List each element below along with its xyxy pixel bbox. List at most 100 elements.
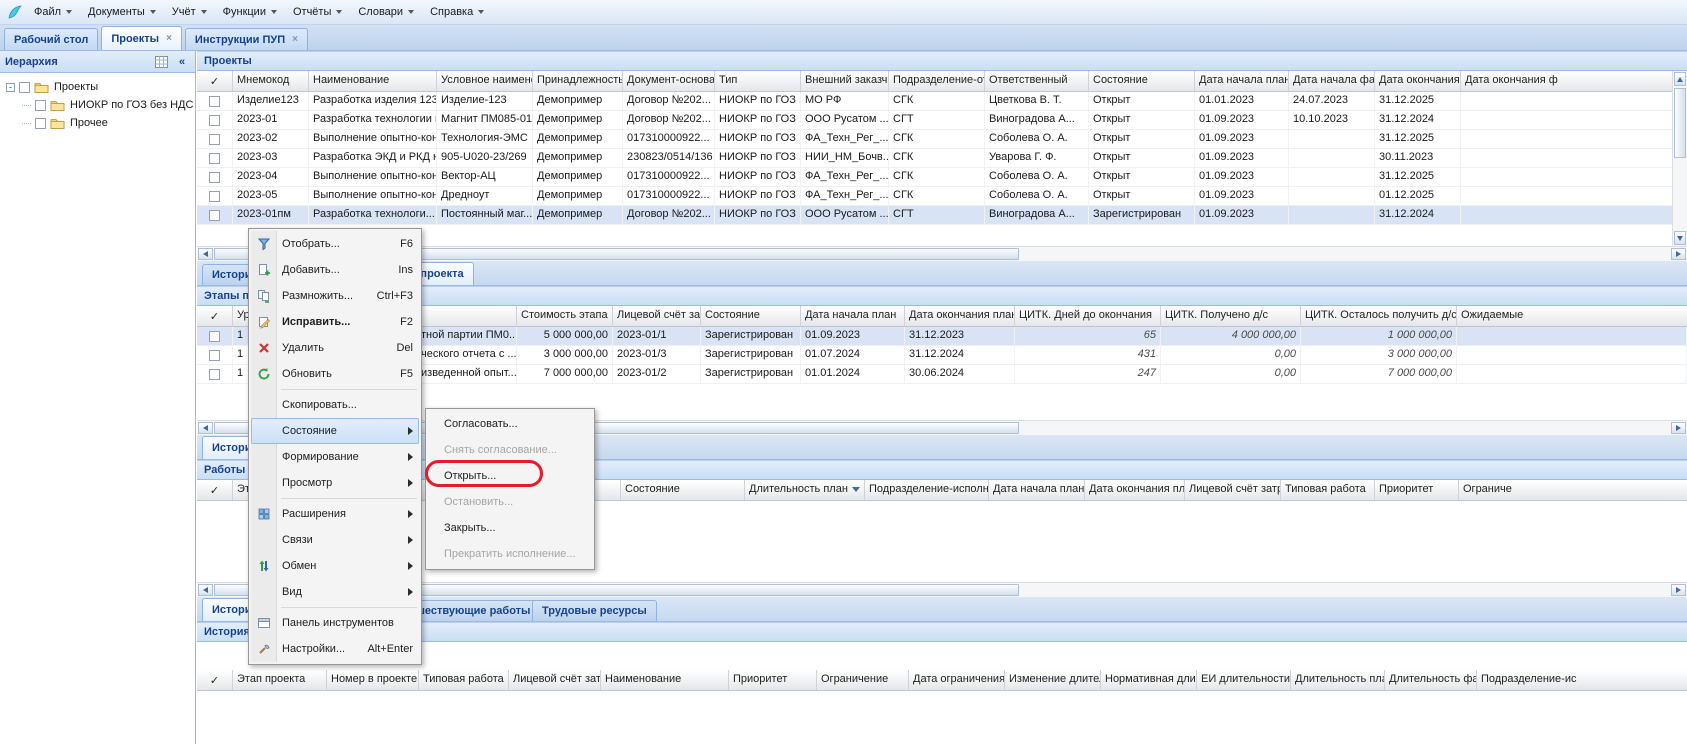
collapse-panel-button[interactable]: «	[174, 54, 190, 69]
history-column-header[interactable]: Длительность фак	[1385, 670, 1477, 690]
history-column-header[interactable]: Этап проекта	[233, 670, 327, 690]
projects-column-header[interactable]: Тип	[715, 71, 801, 91]
submenu-item-open[interactable]: Открыть...	[428, 463, 592, 489]
row-checkbox[interactable]	[209, 96, 220, 107]
projects-row[interactable]: 2023-02Выполнение опытно-конс...Технолог…	[197, 130, 1687, 149]
submenu-item-stop[interactable]: Остановить...	[428, 489, 592, 515]
submenu-item-approve[interactable]: Согласовать...	[428, 411, 592, 437]
tree-node-1[interactable]: НИОКР по ГОЗ без НДС	[0, 96, 195, 114]
stages-column-header[interactable]: ЦИТК. Осталось получить д/с	[1301, 306, 1457, 326]
stages-column-header[interactable]: ЦИТК. Дней до окончания	[1015, 306, 1161, 326]
scroll-right-button[interactable]	[1671, 248, 1686, 260]
menubar-item-help[interactable]: Справка	[422, 2, 492, 22]
projects-column-header[interactable]: Дата начала план.	[1195, 71, 1289, 91]
row-checkbox[interactable]	[209, 191, 220, 202]
works-column-header[interactable]: Типовая работа	[1281, 480, 1375, 500]
context-menu-item-links[interactable]: Связи	[251, 527, 419, 553]
projects-row[interactable]: 2023-01пмРазработка технологи...Постоянн…	[197, 206, 1687, 225]
tab-desktop[interactable]: Рабочий стол	[4, 28, 98, 50]
history-column-header[interactable]: ЕИ длительности	[1197, 670, 1291, 690]
projects-column-header[interactable]: Условное наименова	[437, 71, 533, 91]
tree-node-2[interactable]: Прочее	[0, 114, 195, 132]
context-menu-item-duplicate[interactable]: Размножить...Ctrl+F3	[251, 283, 419, 309]
select-all-column-header[interactable]: ✓	[197, 306, 233, 326]
stages-column-header[interactable]: Лицевой счёт затрат	[613, 306, 701, 326]
menubar-item-reports[interactable]: Отчёты	[285, 2, 350, 22]
submenu-item-terminate[interactable]: Прекратить исполнение...	[428, 541, 592, 567]
projects-column-header[interactable]: Мнемокод	[233, 71, 309, 91]
stages-column-header[interactable]: Дата окончания план	[905, 306, 1015, 326]
submenu-item-close[interactable]: Закрыть...	[428, 515, 592, 541]
menubar-item-accounting[interactable]: Учёт	[164, 2, 215, 22]
history-column-header[interactable]: Длительность пла	[1291, 670, 1385, 690]
projects-column-header[interactable]: Состояние	[1089, 71, 1195, 91]
scrollbar-thumb[interactable]	[1674, 88, 1686, 158]
context-menu-item-exchange[interactable]: Обмен	[251, 553, 419, 579]
scroll-up-button[interactable]	[1674, 72, 1686, 86]
scroll-right-button[interactable]	[1671, 422, 1686, 434]
history-column-header[interactable]: Наименование	[601, 670, 729, 690]
stages-column-header[interactable]: ЦИТК. Получено д/с	[1161, 306, 1301, 326]
context-menu-item-state[interactable]: Состояние	[251, 418, 419, 444]
scroll-down-button[interactable]	[1674, 231, 1686, 245]
scroll-left-button[interactable]	[198, 422, 213, 434]
works-column-header[interactable]: Дата начала план.	[989, 480, 1085, 500]
submenu-item-remove-approval[interactable]: Снять согласование...	[428, 437, 592, 463]
stages-column-header[interactable]: Дата начала план	[801, 306, 905, 326]
history-column-header[interactable]: Нормативная длит	[1101, 670, 1197, 690]
tab-projects[interactable]: Проекты×	[101, 26, 182, 50]
node-checkbox[interactable]	[35, 100, 46, 111]
select-all-column-header[interactable]: ✓	[197, 480, 233, 500]
context-menu-item-filter[interactable]: Отобрать...F6	[251, 231, 419, 257]
projects-column-header[interactable]: Дата окончания пл	[1375, 71, 1461, 91]
context-menu-item-preview[interactable]: Просмотр	[251, 470, 419, 496]
history-column-header[interactable]: Типовая работа	[419, 670, 509, 690]
context-menu-item-formation[interactable]: Формирование	[251, 444, 419, 470]
history-column-header[interactable]: Изменение длител	[1005, 670, 1101, 690]
history-column-header[interactable]: Подразделение-ис	[1477, 670, 1687, 690]
context-menu-item-refresh[interactable]: ОбновитьF5	[251, 361, 419, 387]
scroll-left-button[interactable]	[198, 248, 213, 260]
history-column-header[interactable]: Приоритет	[729, 670, 817, 690]
context-menu-item-view[interactable]: Вид	[251, 579, 419, 605]
context-menu-item-delete[interactable]: УдалитьDel	[251, 335, 419, 361]
projects-column-header[interactable]: Дата окончания ф	[1461, 71, 1687, 91]
history-column-header[interactable]: Лицевой счёт затр	[509, 670, 601, 690]
select-all-column-header[interactable]: ✓	[197, 670, 233, 690]
context-menu-item-add[interactable]: Добавить...Ins	[251, 257, 419, 283]
stages-column-header[interactable]: Состояние	[701, 306, 801, 326]
row-checkbox[interactable]	[209, 134, 220, 145]
row-checkbox[interactable]	[209, 172, 220, 183]
context-menu-item-settings[interactable]: Настройки...Alt+Enter	[251, 636, 419, 662]
tab-pup-instructions[interactable]: Инструкции ПУП×	[185, 28, 308, 50]
close-tab-icon[interactable]: ×	[166, 34, 172, 44]
context-menu-item-copy[interactable]: Скопировать...	[251, 392, 419, 418]
projects-vscrollbar[interactable]	[1672, 71, 1687, 246]
projects-column-header[interactable]: Дата начала факт.	[1289, 71, 1375, 91]
row-checkbox[interactable]	[209, 369, 220, 380]
row-checkbox[interactable]	[209, 331, 220, 342]
context-menu-item-toolbar-panel[interactable]: Панель инструментов	[251, 610, 419, 636]
node-checkbox[interactable]	[35, 118, 46, 129]
works-column-header[interactable]: Лицевой счёт затр	[1185, 480, 1281, 500]
tree-node-0[interactable]: -Проекты	[0, 78, 195, 96]
menubar-item-dictionaries[interactable]: Словари	[350, 2, 422, 22]
projects-column-header[interactable]: Документ-основан	[623, 71, 715, 91]
stages-column-header[interactable]: Стоимость этапа	[517, 306, 613, 326]
close-tab-icon[interactable]: ×	[292, 35, 298, 45]
menubar-item-file[interactable]: Файл	[26, 2, 80, 22]
stages-column-header[interactable]: Ожидаемые	[1457, 306, 1687, 326]
history-column-header[interactable]: Дата ограничения	[909, 670, 1005, 690]
projects-row[interactable]: Изделие123Разработка изделия 123Изделие-…	[197, 92, 1687, 111]
projects-row[interactable]: 2023-04Выполнение опытно-конс...Вектор-А…	[197, 168, 1687, 187]
projects-column-header[interactable]: Внешний заказчик	[801, 71, 889, 91]
row-checkbox[interactable]	[209, 153, 220, 164]
context-menu-item-extensions[interactable]: Расширения	[251, 501, 419, 527]
projects-column-header[interactable]: Принадлежность	[533, 71, 623, 91]
context-menu-item-edit[interactable]: Исправить...F2	[251, 309, 419, 335]
works-column-header[interactable]: Подразделение-исполнитель	[865, 480, 989, 500]
menubar-item-functions[interactable]: Функции	[215, 2, 285, 22]
works-column-header[interactable]: Ограниче	[1459, 480, 1687, 500]
projects-row[interactable]: 2023-01Разработка технологии и...Магнит …	[197, 111, 1687, 130]
projects-column-header[interactable]: Подразделение-от	[889, 71, 985, 91]
